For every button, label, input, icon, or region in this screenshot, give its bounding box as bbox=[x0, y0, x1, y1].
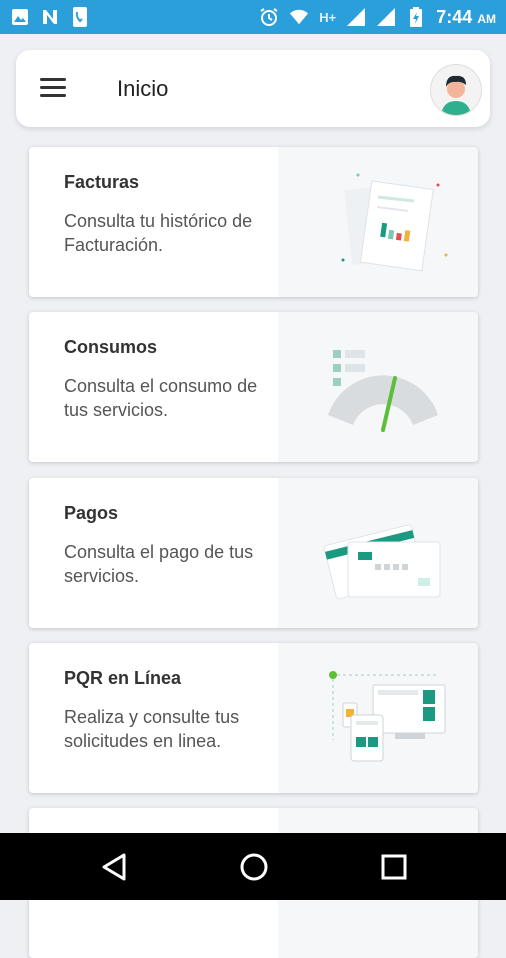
hamburger-menu-icon[interactable] bbox=[40, 78, 68, 100]
back-triangle-icon[interactable] bbox=[100, 851, 132, 883]
card-description: Consulta el pago de tus servicios. bbox=[64, 542, 254, 586]
gauge-illustration bbox=[323, 340, 443, 445]
status-left bbox=[10, 7, 90, 27]
card-title: PQR en Línea bbox=[64, 668, 182, 688]
card-description: Consulta el consumo de tus servicios. bbox=[64, 376, 258, 420]
payment-cards-illustration bbox=[323, 512, 448, 607]
card-description: Consulta tu histórico de Facturación. bbox=[64, 211, 253, 255]
status-time: 7:44 AM bbox=[436, 6, 496, 27]
page-title: Inicio bbox=[117, 76, 169, 101]
card-consumos[interactable]: Consumos Consulta el consumo de tus serv… bbox=[29, 312, 478, 462]
home-circle-icon[interactable] bbox=[238, 851, 270, 883]
image-icon bbox=[10, 7, 30, 27]
network-type: H+ bbox=[319, 9, 337, 25]
signal-icon bbox=[346, 7, 366, 27]
recents-square-icon[interactable] bbox=[378, 851, 410, 883]
card-title: Facturas bbox=[64, 172, 140, 192]
app-bar: Inicio bbox=[16, 50, 490, 127]
devices-illustration bbox=[323, 665, 448, 780]
status-right: H+ 7:44 AM bbox=[259, 7, 496, 28]
card-description: Realiza y consulte tus solicitudes en li… bbox=[64, 707, 240, 751]
alarm-icon bbox=[259, 7, 279, 27]
card-facturas[interactable]: Facturas Consulta tu histórico de Factur… bbox=[29, 147, 478, 297]
wifi-icon bbox=[289, 7, 309, 27]
user-avatar-icon[interactable] bbox=[430, 64, 482, 116]
card-title: Consumos bbox=[64, 337, 158, 357]
n-icon bbox=[40, 7, 60, 27]
card-title: Pagos bbox=[64, 503, 119, 523]
battery-icon bbox=[406, 7, 426, 27]
card-pqr-en-linea[interactable]: PQR en Línea Realiza y consulte tus soli… bbox=[29, 643, 478, 793]
card-pagos[interactable]: Pagos Consulta el pago de tus servicios. bbox=[29, 478, 478, 628]
phone-icon bbox=[70, 7, 90, 27]
signal-icon-2 bbox=[376, 7, 396, 27]
invoice-chart-illustration bbox=[328, 165, 458, 290]
navigation-bar bbox=[0, 833, 506, 900]
status-bar: H+ 7:44 AM bbox=[0, 0, 506, 34]
